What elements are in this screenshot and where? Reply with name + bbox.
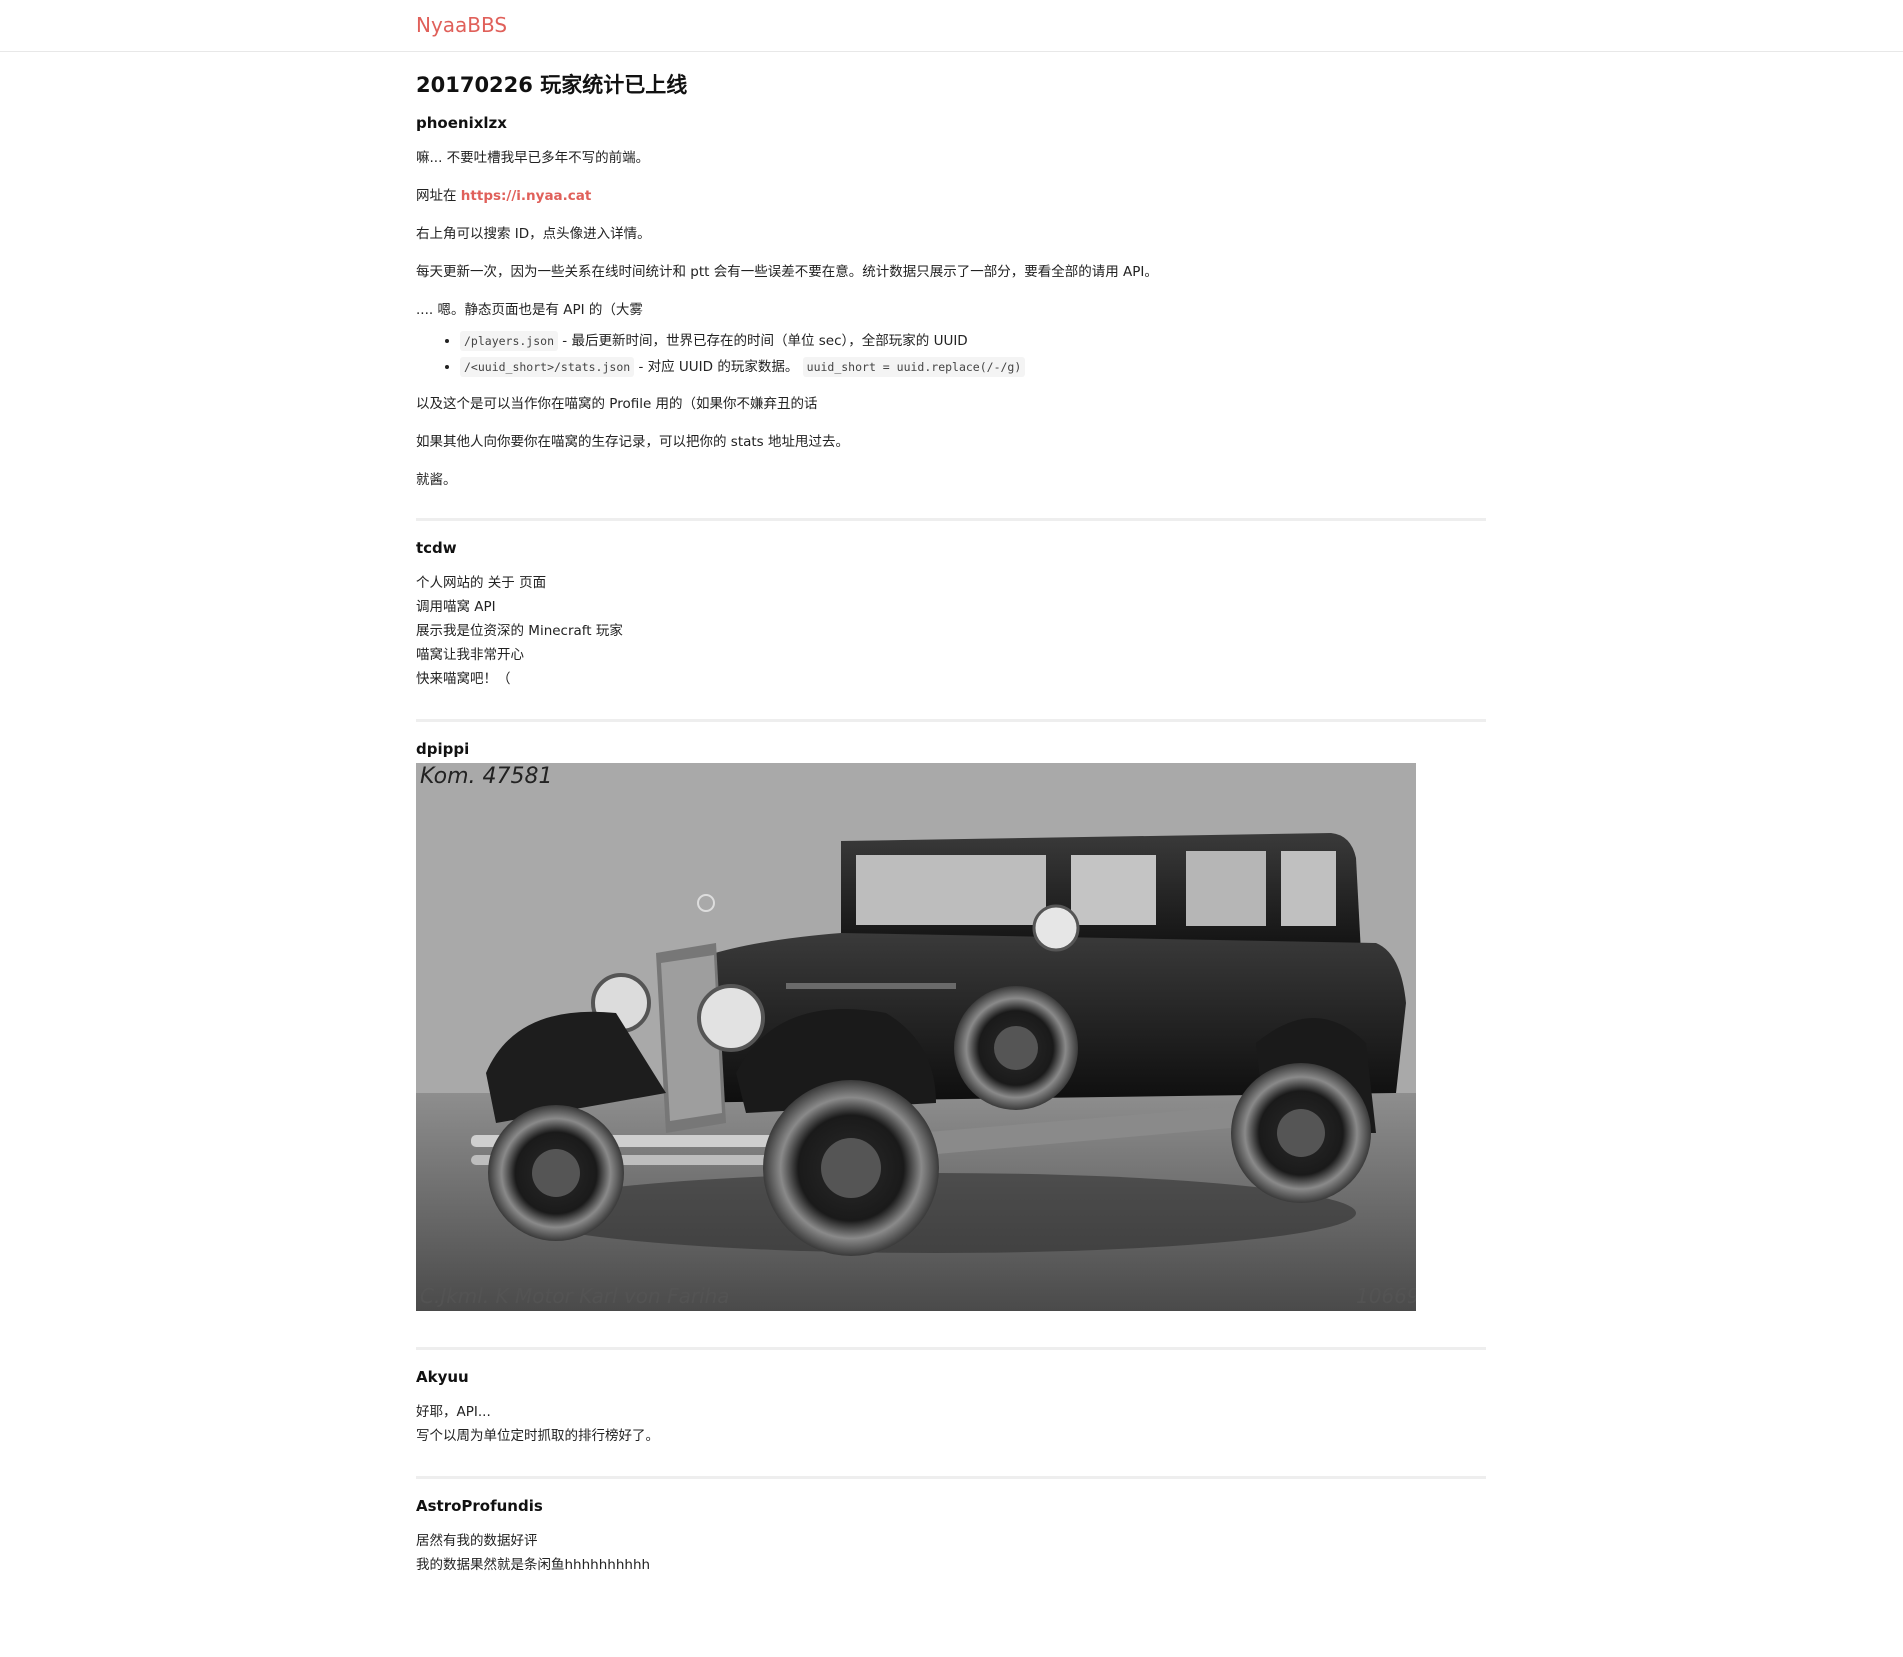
- post-line: 个人网站的 关于 页面: [416, 575, 547, 591]
- api-description: - 最后更新时间，世界已存在的时间（单位 sec），全部玩家的 UUID: [558, 333, 968, 349]
- post-paragraph: .... 嗯。静态页面也是有 API 的（大雾: [416, 302, 643, 318]
- api-description: - 对应 UUID 的玩家数据。: [634, 359, 803, 375]
- api-code-snippet: uuid_short = uuid.replace(/-/g): [802, 357, 1026, 377]
- vintage-car-photo[interactable]: Kom. 47581 C.Jkml. K Motor Karl von Fari…: [416, 763, 1416, 1311]
- reply-post: dpippi Kom. 47581 C.Jkml. K Motor Karl v…: [416, 738, 1486, 1347]
- post-line: 喵窝让我非常开心: [416, 647, 524, 663]
- post-body: 嘛... 不要吐槽我早已多年不写的前端。 网址在 https://i.nyaa.…: [416, 146, 1486, 492]
- car-illustration: Kom. 47581 C.Jkml. K Motor Karl von Fari…: [416, 763, 1416, 1311]
- post-paragraph: 网址在 https://i.nyaa.cat: [416, 184, 1486, 208]
- thread-title: 20170226 玩家统计已上线: [416, 73, 688, 97]
- post-paragraph: 嘛... 不要吐槽我早已多年不写的前端。: [416, 150, 650, 166]
- post-author[interactable]: phoenixlzx: [416, 112, 1486, 134]
- post-author[interactable]: Akyuu: [416, 1366, 1486, 1388]
- list-item: /<uuid_short>/stats.json - 对应 UUID 的玩家数据…: [460, 354, 1486, 380]
- top-navbar: NyaaBBS: [0, 0, 1903, 52]
- post-divider: [416, 1476, 1486, 1479]
- post-paragraph: 右上角可以搜索 ID，点头像进入详情。: [416, 226, 651, 242]
- post-body: 居然有我的数据好评 我的数据果然就是条闲鱼hhhhhhhhhh: [416, 1529, 1486, 1577]
- post-line: 写个以周为单位定时抓取的排行榜好了。: [416, 1428, 659, 1444]
- post-line: 展示我是位资深的 Minecraft 玩家: [416, 623, 623, 639]
- post-paragraph: 就酱。: [416, 472, 457, 488]
- post-body: 个人网站的 关于 页面 调用喵窝 API 展示我是位资深的 Minecraft …: [416, 571, 1486, 691]
- url-prefix-text: 网址在: [416, 188, 461, 204]
- post-author[interactable]: tcdw: [416, 537, 1486, 559]
- photo-caption-top: Kom. 47581: [420, 764, 553, 789]
- post-divider: [416, 719, 1486, 722]
- site-url-link[interactable]: https://i.nyaa.cat: [461, 188, 592, 204]
- reply-post: AstroProfundis 居然有我的数据好评 我的数据果然就是条闲鱼hhhh…: [416, 1495, 1486, 1577]
- api-path-code: /players.json: [460, 331, 559, 351]
- post-line: 快来喵窝吧！（: [416, 671, 511, 687]
- post-paragraph: 以及这个是可以当作你在喵窝的 Profile 用的（如果你不嫌弃丑的话: [416, 396, 818, 412]
- first-post: phoenixlzx 嘛... 不要吐槽我早已多年不写的前端。 网址在 http…: [416, 112, 1486, 518]
- reply-post: tcdw 个人网站的 关于 页面 调用喵窝 API 展示我是位资深的 Minec…: [416, 537, 1486, 719]
- post-paragraph: 如果其他人向你要你在喵窝的生存记录，可以把你的 stats 地址甩过去。: [416, 434, 850, 450]
- post-divider: [416, 1347, 1486, 1350]
- post-line: 居然有我的数据好评: [416, 1533, 538, 1549]
- post-body: 好耶，API... 写个以周为单位定时抓取的排行榜好了。: [416, 1400, 1486, 1448]
- photo-number: 10669: [1356, 1284, 1416, 1308]
- post-line: 好耶，API...: [416, 1404, 491, 1420]
- post-author[interactable]: dpippi: [416, 738, 1486, 760]
- api-list: /players.json - 最后更新时间，世界已存在的时间（单位 sec），…: [416, 328, 1486, 380]
- post-line: 我的数据果然就是条闲鱼hhhhhhhhhh: [416, 1557, 651, 1573]
- site-brand-link[interactable]: NyaaBBS: [416, 13, 507, 37]
- list-item: /players.json - 最后更新时间，世界已存在的时间（单位 sec），…: [460, 328, 1486, 354]
- thread-container: 20170226 玩家统计已上线 phoenixlzx 嘛... 不要吐槽我早已…: [416, 52, 1486, 1577]
- post-paragraph: 每天更新一次，因为一些关系在线时间统计和 ptt 会有一些误差不要在意。统计数据…: [416, 264, 1158, 280]
- reply-post: Akyuu 好耶，API... 写个以周为单位定时抓取的排行榜好了。: [416, 1366, 1486, 1476]
- post-line: 调用喵窝 API: [416, 599, 496, 615]
- api-path-code: /<uuid_short>/stats.json: [460, 357, 635, 377]
- post-divider: [416, 518, 1486, 521]
- photo-caption-bottom: C.Jkml. K Motor Karl von Fariha: [420, 1284, 730, 1308]
- post-author[interactable]: AstroProfundis: [416, 1495, 1486, 1517]
